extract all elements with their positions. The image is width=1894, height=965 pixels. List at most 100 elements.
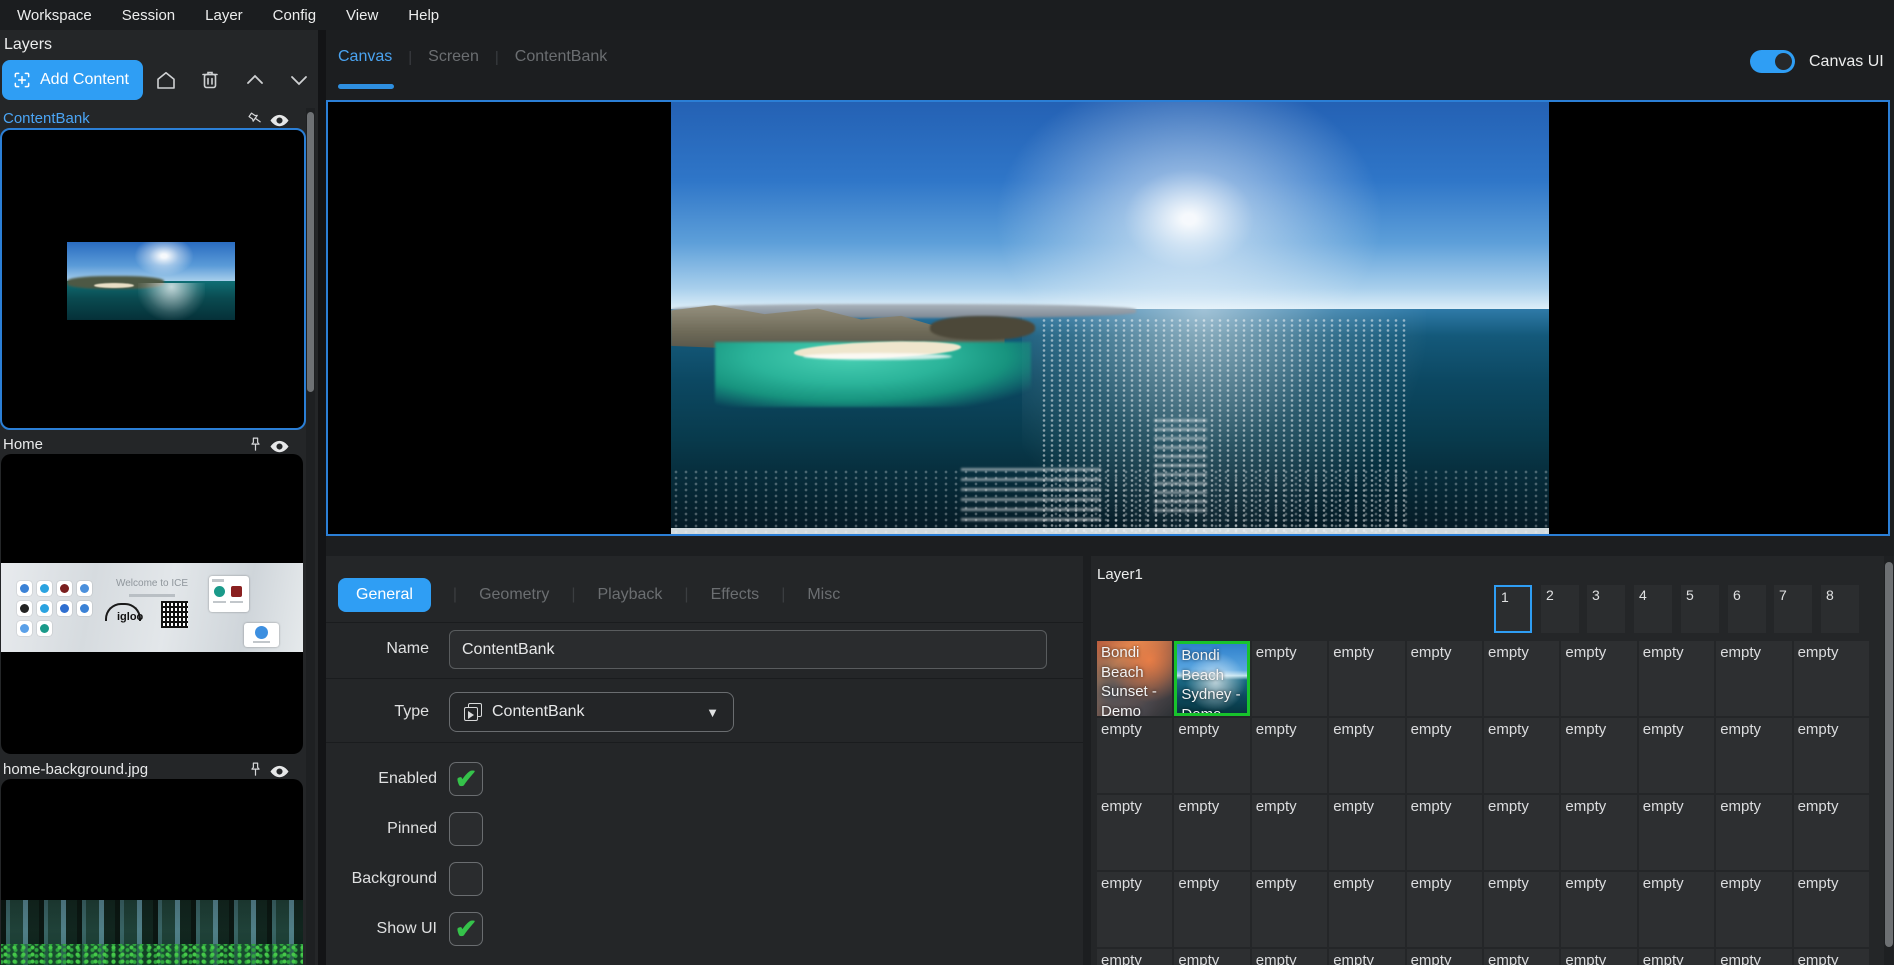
toggle-switch[interactable]: [1750, 50, 1795, 73]
bank-cell-empty[interactable]: empty: [1252, 795, 1327, 870]
layer-thumbnail-home-background[interactable]: [1, 779, 303, 965]
bank-cell-empty[interactable]: empty: [1407, 949, 1482, 965]
layers-scrollbar-thumb[interactable]: [307, 112, 314, 392]
bank-cell-empty[interactable]: empty: [1639, 641, 1714, 716]
bank-cell-empty[interactable]: empty: [1716, 949, 1791, 965]
bank-scrollbar-thumb[interactable]: [1885, 562, 1893, 947]
bank-cell-empty[interactable]: empty: [1174, 949, 1249, 965]
layers-scrollbar[interactable]: [306, 108, 315, 965]
trash-icon[interactable]: [198, 68, 222, 92]
bank-cell-empty[interactable]: empty: [1174, 872, 1249, 947]
bank-cell-empty[interactable]: empty: [1484, 872, 1559, 947]
tab-geometry[interactable]: Geometry: [479, 586, 549, 604]
tab-screen[interactable]: Screen: [428, 48, 479, 66]
bank-cell-empty[interactable]: empty: [1794, 872, 1869, 947]
bank-cell-empty[interactable]: empty: [1174, 795, 1249, 870]
menu-item-session[interactable]: Session: [122, 7, 175, 24]
bank-cell-empty[interactable]: empty: [1252, 949, 1327, 965]
bank-cell-empty[interactable]: empty: [1484, 718, 1559, 793]
bank-cell-empty[interactable]: empty: [1097, 795, 1172, 870]
bank-cell-empty[interactable]: empty: [1639, 795, 1714, 870]
menu-item-config[interactable]: Config: [273, 7, 316, 24]
add-content-button[interactable]: Add Content: [2, 60, 143, 100]
bank-cell-empty[interactable]: empty: [1639, 872, 1714, 947]
bank-page-5[interactable]: 5: [1681, 585, 1719, 633]
type-dropdown[interactable]: ContentBank ▼: [449, 692, 734, 732]
bank-page-8[interactable]: 8: [1821, 585, 1859, 633]
bank-cell-empty[interactable]: empty: [1174, 718, 1249, 793]
checkbox-enabled[interactable]: ✔: [449, 762, 483, 796]
layer-item-home-background[interactable]: home-background.jpg: [0, 761, 304, 781]
bank-cell-empty[interactable]: empty: [1561, 641, 1636, 716]
bank-cell-empty[interactable]: empty: [1407, 641, 1482, 716]
menu-item-layer[interactable]: Layer: [205, 7, 243, 24]
menu-item-workspace[interactable]: Workspace: [17, 7, 92, 24]
eye-icon[interactable]: [269, 436, 290, 453]
bank-cell-empty[interactable]: empty: [1794, 641, 1869, 716]
bank-cell-empty[interactable]: empty: [1561, 718, 1636, 793]
bank-cell-empty[interactable]: empty: [1252, 641, 1327, 716]
tab-misc[interactable]: Misc: [807, 586, 840, 604]
bank-cell-bondi-beach-sydney-demo[interactable]: Bondi Beach Sydney - Demo: [1174, 641, 1249, 716]
canvas-ui-toggle[interactable]: Canvas UI: [1750, 50, 1884, 73]
tab-playback[interactable]: Playback: [597, 586, 662, 604]
bank-cell-empty[interactable]: empty: [1716, 641, 1791, 716]
tab-contentbank[interactable]: ContentBank: [515, 48, 608, 66]
bank-cell-empty[interactable]: empty: [1794, 949, 1869, 965]
bank-page-1[interactable]: 1: [1494, 585, 1532, 633]
pin-icon[interactable]: [247, 761, 264, 778]
bank-page-3[interactable]: 3: [1587, 585, 1625, 633]
bank-cell-bondi-beach-sunset-demo[interactable]: Bondi Beach Sunset - Demo: [1097, 641, 1172, 716]
bank-cell-empty[interactable]: empty: [1561, 795, 1636, 870]
bank-cell-empty[interactable]: empty: [1484, 641, 1559, 716]
eye-icon[interactable]: [269, 761, 290, 778]
bank-scrollbar[interactable]: [1884, 556, 1894, 965]
bank-cell-empty[interactable]: empty: [1097, 949, 1172, 965]
layer-item-contentbank[interactable]: ContentBank: [0, 110, 304, 130]
name-input[interactable]: [449, 630, 1047, 669]
bank-cell-empty[interactable]: empty: [1407, 872, 1482, 947]
canvas-viewport[interactable]: [326, 100, 1890, 536]
bank-cell-empty[interactable]: empty: [1407, 795, 1482, 870]
eye-icon[interactable]: [269, 110, 290, 127]
bank-cell-empty[interactable]: empty: [1252, 718, 1327, 793]
layer-thumbnail-contentbank[interactable]: [0, 128, 306, 430]
bank-page-7[interactable]: 7: [1774, 585, 1812, 633]
bank-cell-empty[interactable]: empty: [1639, 718, 1714, 793]
bank-cell-empty[interactable]: empty: [1794, 718, 1869, 793]
bank-cell-empty[interactable]: empty: [1329, 641, 1404, 716]
home-icon[interactable]: [154, 68, 178, 92]
layer-item-home[interactable]: Home: [0, 436, 304, 456]
bank-cell-empty[interactable]: empty: [1561, 872, 1636, 947]
menu-item-help[interactable]: Help: [408, 7, 439, 24]
checkbox-show-ui[interactable]: ✔: [449, 912, 483, 946]
move-up-icon[interactable]: [243, 68, 267, 92]
bank-cell-empty[interactable]: empty: [1097, 872, 1172, 947]
bank-page-2[interactable]: 2: [1541, 585, 1579, 633]
bank-cell-empty[interactable]: empty: [1639, 949, 1714, 965]
bank-page-4[interactable]: 4: [1634, 585, 1672, 633]
bank-cell-empty[interactable]: empty: [1329, 718, 1404, 793]
bank-cell-empty[interactable]: empty: [1329, 949, 1404, 965]
tab-effects[interactable]: Effects: [711, 586, 760, 604]
bank-page-6[interactable]: 6: [1728, 585, 1766, 633]
bank-cell-empty[interactable]: empty: [1561, 949, 1636, 965]
pin-icon[interactable]: [244, 107, 268, 131]
bank-cell-empty[interactable]: empty: [1484, 949, 1559, 965]
bank-cell-empty[interactable]: empty: [1329, 872, 1404, 947]
menu-item-view[interactable]: View: [346, 7, 378, 24]
bank-cell-empty[interactable]: empty: [1097, 718, 1172, 793]
bank-cell-empty[interactable]: empty: [1716, 718, 1791, 793]
bank-cell-empty[interactable]: empty: [1329, 795, 1404, 870]
checkbox-pinned[interactable]: [449, 812, 483, 846]
bank-cell-empty[interactable]: empty: [1484, 795, 1559, 870]
bank-cell-empty[interactable]: empty: [1252, 872, 1327, 947]
bank-cell-empty[interactable]: empty: [1716, 795, 1791, 870]
tab-canvas[interactable]: Canvas: [338, 48, 392, 66]
tab-general[interactable]: General: [338, 578, 431, 612]
bank-cell-empty[interactable]: empty: [1794, 795, 1869, 870]
layer-thumbnail-home[interactable]: Welcome to ICE igloo: [1, 454, 303, 754]
pin-icon[interactable]: [247, 436, 264, 453]
move-down-icon[interactable]: [287, 68, 311, 92]
bank-cell-empty[interactable]: empty: [1407, 718, 1482, 793]
